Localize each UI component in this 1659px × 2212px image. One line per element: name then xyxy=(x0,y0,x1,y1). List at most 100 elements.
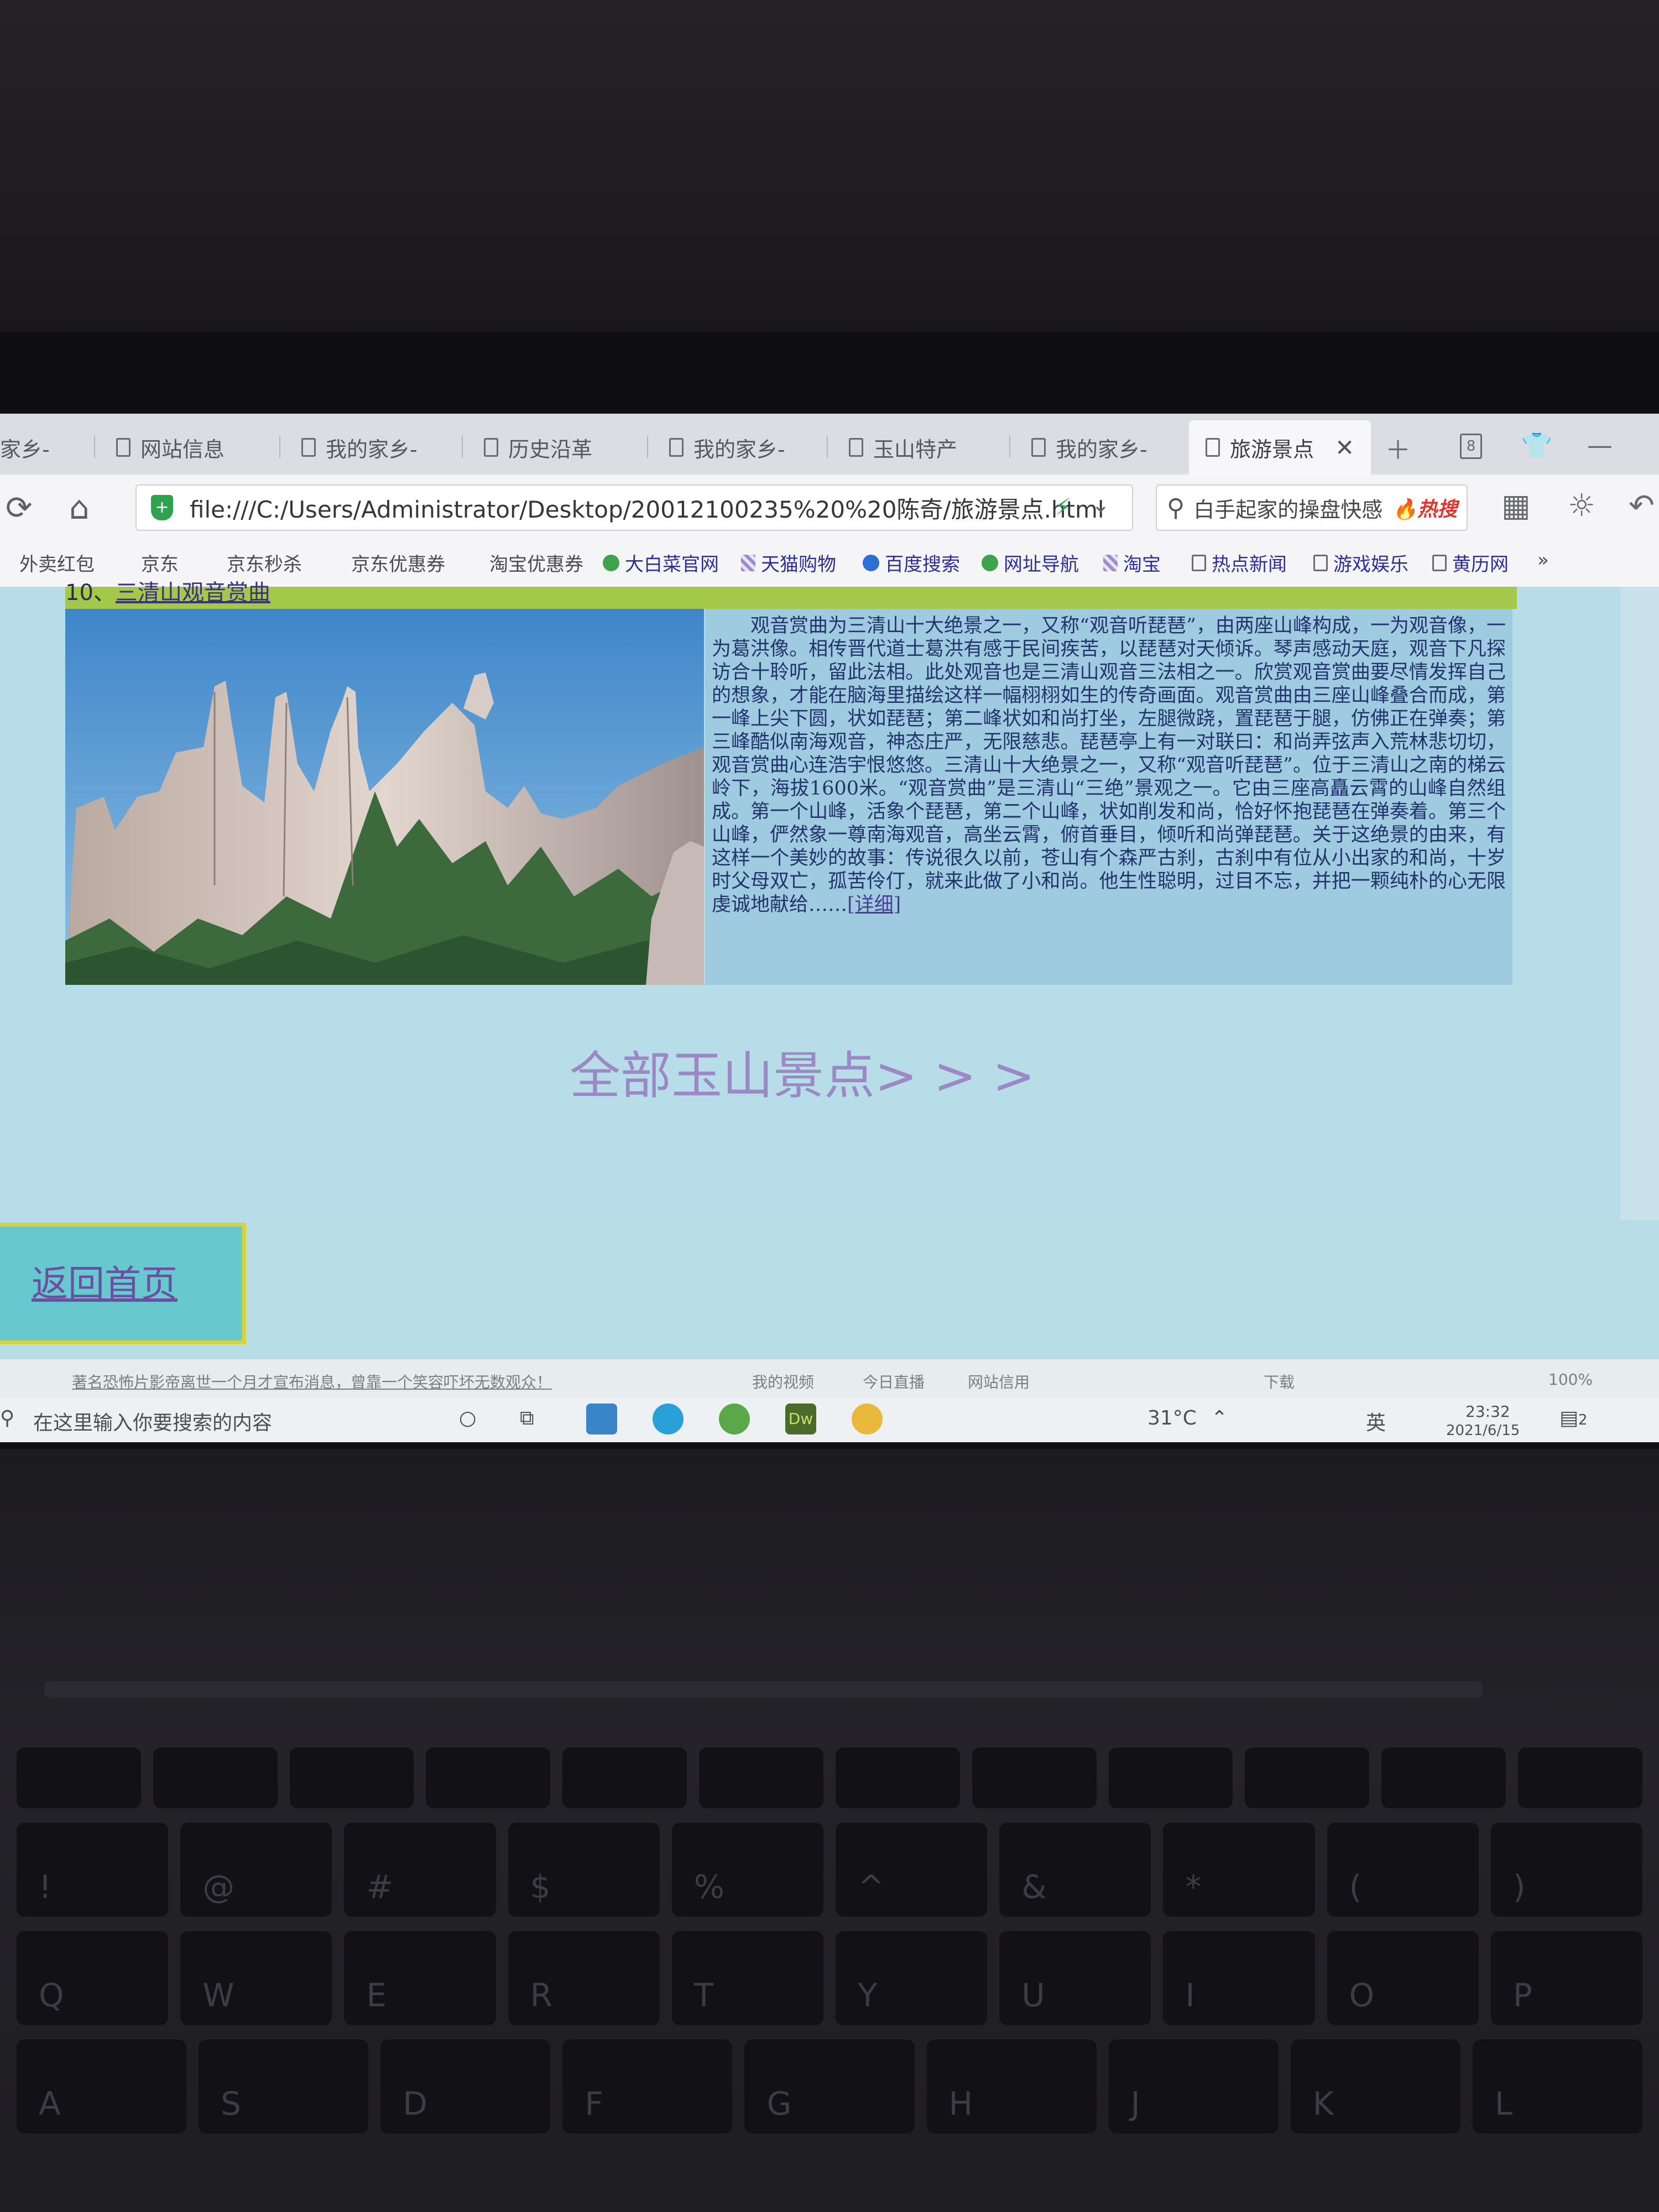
bookmark-item[interactable]: 热点新闻 xyxy=(1192,549,1287,576)
tmall-icon xyxy=(741,554,755,571)
bookmark-item[interactable]: 天猫购物 xyxy=(741,549,836,576)
key: ) xyxy=(1490,1823,1643,1917)
key xyxy=(1108,1747,1233,1808)
key: G xyxy=(744,2039,915,2133)
key: ^ xyxy=(836,1823,988,1917)
mail-icon[interactable] xyxy=(586,1404,617,1434)
bookmark-item[interactable]: 百度搜索 xyxy=(863,549,960,576)
page-content: 10、三清山观音赏曲 观音赏曲为三清山十大绝景之一，又称“观音听琵琶”，由两座山… xyxy=(0,580,1620,1344)
bookmark-label: 天猫购物 xyxy=(761,554,836,576)
bookmark-item[interactable]: 游戏娱乐 xyxy=(1313,549,1408,576)
tab-count-icon[interactable]: 8 xyxy=(1460,434,1482,459)
status-zoom[interactable]: 100% xyxy=(1548,1370,1593,1389)
tab-specialties[interactable]: 玉山特产 xyxy=(849,420,957,474)
status-live[interactable]: 今日直播 xyxy=(863,1370,925,1392)
home-icon[interactable]: ⌂ xyxy=(69,489,90,526)
bookmark-item[interactable]: 京东优惠券 xyxy=(351,549,445,576)
key: * xyxy=(1163,1823,1315,1917)
tab-divider xyxy=(647,436,648,458)
tab-hometown-2[interactable]: 我的家乡- xyxy=(669,420,785,474)
shirt-icon[interactable]: 👕 xyxy=(1521,430,1552,461)
tab-hometown-1[interactable]: 我的家乡- xyxy=(301,420,418,474)
key: L xyxy=(1472,2039,1642,2133)
status-download[interactable]: 下载 xyxy=(1264,1370,1295,1392)
tray-chevron-icon[interactable]: ⌃ xyxy=(1211,1407,1228,1430)
new-tab-icon[interactable]: ＋ xyxy=(1385,430,1411,467)
key xyxy=(972,1747,1097,1808)
windows-taskbar: ⚲ 在这里输入你要搜索的内容 ○ ⧉ Dw 31°C ⌃ 英 23:32 202… xyxy=(0,1398,1659,1442)
tab-divider xyxy=(1009,436,1010,458)
key: I xyxy=(1163,1931,1315,2025)
page-icon xyxy=(116,438,131,457)
back-home-button[interactable]: 返回首页 xyxy=(0,1223,246,1344)
tab-site-info[interactable]: 网站信息 xyxy=(116,420,225,474)
key: % xyxy=(671,1823,824,1917)
bookmark-item[interactable]: 京东 xyxy=(141,549,179,576)
bookmark-item[interactable]: 大白菜官网 xyxy=(603,549,719,576)
description-text: 观音赏曲为三清山十大绝景之一，又称“观音听琵琶”，由两座山峰构成，一为观音像，一… xyxy=(712,615,1506,916)
undo-icon[interactable]: ↶ xyxy=(1629,488,1655,524)
dreamweaver-icon[interactable]: Dw xyxy=(785,1404,816,1434)
bookmark-label: 热点新闻 xyxy=(1212,554,1287,576)
notification-count: 2 xyxy=(1578,1412,1588,1428)
back-home-label: 返回首页 xyxy=(32,1262,178,1305)
bookmark-item[interactable]: 黄历网 xyxy=(1432,549,1509,576)
news-ticker[interactable]: 著名恐怖片影帝离世一个月才宣布消息，曾靠一个笑容吓坏无数观众！ xyxy=(72,1370,552,1392)
key-row-digits: ! @ # $ % ^ & * ( ) xyxy=(17,1823,1643,1917)
key: Q xyxy=(17,1931,169,2025)
lightning-icon[interactable]: ⚡ xyxy=(1055,493,1072,520)
taobao-icon xyxy=(1103,554,1118,571)
tab-divider xyxy=(94,436,95,458)
hot-search-badge: 🔥热搜 xyxy=(1392,498,1458,521)
tab-hometown-3[interactable]: 我的家乡- xyxy=(1031,420,1147,474)
key: & xyxy=(999,1823,1151,1917)
bookmark-item[interactable]: 外卖红包 xyxy=(19,549,95,576)
minimize-icon[interactable]: — xyxy=(1587,430,1613,460)
tab-hometown-0[interactable]: 家乡- xyxy=(0,420,50,474)
paw-icon xyxy=(863,554,879,571)
edge-icon[interactable] xyxy=(653,1404,684,1434)
bookmark-label: 大白菜官网 xyxy=(625,554,719,576)
all-spots-link[interactable]: 全部玉山景点> > > xyxy=(570,1035,1035,1108)
tab-tourist-spots[interactable]: 旅游景点 ✕ xyxy=(1189,420,1371,474)
key xyxy=(1381,1747,1506,1808)
close-icon[interactable]: ✕ xyxy=(1335,434,1354,461)
key xyxy=(835,1747,960,1808)
refresh-icon[interactable]: ⟳ xyxy=(6,489,33,526)
taskbar-search-box[interactable]: 在这里输入你要搜索的内容 xyxy=(33,1407,272,1436)
notification-icon[interactable]: ▤2 xyxy=(1559,1407,1588,1430)
cortana-icon[interactable]: ○ xyxy=(459,1407,476,1430)
key: R xyxy=(508,1931,660,2025)
spot-title-link[interactable]: 三清山观音赏曲 xyxy=(116,580,270,606)
browser-app-icon[interactable] xyxy=(852,1404,883,1434)
key xyxy=(1518,1747,1642,1808)
mountain-photo-image xyxy=(65,609,704,985)
ime-indicator[interactable]: 英 xyxy=(1366,1407,1386,1436)
mountain-photo xyxy=(65,609,704,985)
status-site-credit[interactable]: 网站信用 xyxy=(968,1370,1030,1392)
bookmark-item[interactable]: 京东秒杀 xyxy=(227,549,302,576)
bookmark-item[interactable]: 淘宝 xyxy=(1103,549,1161,576)
details-link[interactable]: [详细] xyxy=(847,894,901,916)
spot-number: 10、 xyxy=(65,580,116,606)
bookmark-item[interactable]: 淘宝优惠券 xyxy=(489,549,583,576)
chevron-down-icon[interactable]: ⌄ xyxy=(1091,492,1110,518)
more-bookmarks-icon[interactable]: » xyxy=(1537,549,1549,571)
clock-time: 23:32 xyxy=(1465,1402,1510,1421)
key-row-a: A S D F G H J K L xyxy=(17,2039,1642,2133)
search-icon[interactable]: ⚲ xyxy=(0,1407,14,1430)
tab-label: 玉山特产 xyxy=(873,437,958,462)
grid-icon[interactable]: ▦ xyxy=(1501,488,1531,524)
address-bar[interactable]: + file:///C:/Users/Administrator/Desktop… xyxy=(135,484,1133,531)
scrollbar[interactable] xyxy=(1620,587,1659,1220)
status-my-videos[interactable]: 我的视频 xyxy=(752,1370,814,1392)
ie-icon[interactable] xyxy=(719,1404,750,1434)
task-view-icon[interactable]: ⧉ xyxy=(520,1407,534,1430)
search-box[interactable]: ⚲ 白手起家的操盘快感 🔥热搜 xyxy=(1156,484,1468,531)
bookmark-item[interactable]: 网址导航 xyxy=(982,549,1079,576)
page-icon xyxy=(1313,554,1328,571)
key xyxy=(426,1747,551,1808)
brightness-icon[interactable]: ☼ xyxy=(1568,488,1595,524)
key xyxy=(153,1747,278,1808)
tab-history[interactable]: 历史沿革 xyxy=(484,420,592,474)
